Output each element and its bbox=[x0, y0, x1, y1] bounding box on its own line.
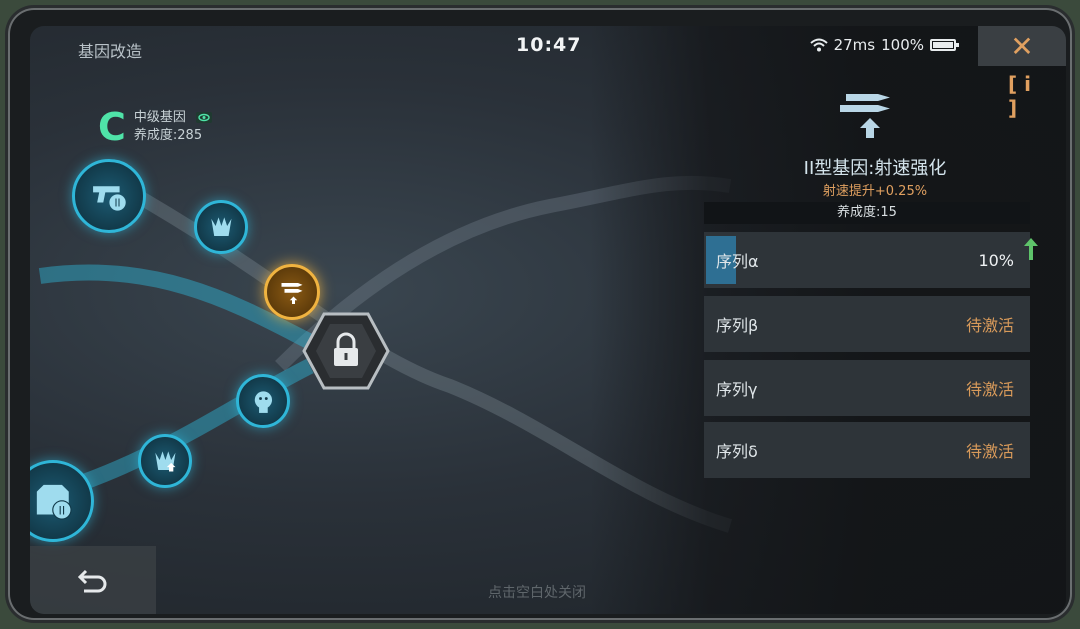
wifi-icon bbox=[809, 38, 828, 52]
gene-name: II型基因:射速强化 bbox=[803, 158, 947, 179]
battery-text: 100% bbox=[881, 36, 924, 54]
back-button[interactable] bbox=[30, 546, 156, 614]
sequence-name: 序列β bbox=[716, 316, 759, 335]
status-bar: 27ms 100% bbox=[809, 36, 959, 54]
close-button[interactable]: ✕ bbox=[978, 26, 1066, 66]
gene-cultivation: 养成度:15 bbox=[704, 202, 1030, 224]
sequence-name: 序列γ bbox=[716, 380, 758, 399]
sequence-gamma[interactable]: 序列γ 待激活 bbox=[704, 360, 1030, 416]
gene-node-spiky-shield[interactable] bbox=[194, 200, 248, 254]
face-icon bbox=[254, 390, 272, 413]
gene-grade: C 中级基因 养成度:285 bbox=[98, 105, 213, 149]
sequence-value: 10% bbox=[978, 250, 1014, 270]
gene-effect: 射速提升+0.25% bbox=[822, 184, 928, 199]
bullet-speed-icon bbox=[281, 283, 303, 304]
info-button[interactable]: [ i ] bbox=[1008, 72, 1040, 120]
grade-letter: C bbox=[98, 105, 126, 149]
sequence-name: 序列δ bbox=[716, 442, 758, 461]
bullet-speed-icon bbox=[840, 94, 890, 138]
clock: 10:47 bbox=[516, 34, 582, 56]
grade-name: 中级基因 bbox=[133, 110, 186, 125]
sequence-beta[interactable]: 序列β 待激活 bbox=[704, 296, 1030, 352]
gene-node-face[interactable] bbox=[236, 374, 290, 428]
gene-node-spiky-upgrade[interactable] bbox=[138, 434, 192, 488]
eye-icon[interactable] bbox=[196, 112, 213, 123]
info-icon: [ i ] bbox=[1008, 72, 1031, 120]
armor-ii-icon: II bbox=[37, 485, 72, 520]
svg-text:II: II bbox=[114, 198, 120, 209]
sequence-delta[interactable]: 序列δ 待激活 bbox=[704, 422, 1030, 478]
spiky-shield-icon bbox=[210, 216, 232, 236]
pistol-ii-icon: II bbox=[92, 185, 126, 211]
battery-icon bbox=[930, 39, 959, 51]
game-screen: 基因改造 10:47 27ms 100% ✕ C 中级基因 养成度:285 II bbox=[30, 26, 1066, 614]
sequence-name: 序列α bbox=[716, 252, 759, 271]
page-title: 基因改造 bbox=[78, 42, 143, 61]
grade-cultivation: 养成度:285 bbox=[133, 128, 203, 143]
sequence-alpha[interactable]: 序列α 10% bbox=[704, 232, 1030, 288]
upgrade-arrow-icon bbox=[1024, 238, 1038, 260]
sequence-value: 待激活 bbox=[965, 380, 1014, 399]
close-hint[interactable]: 点击空白处关闭 bbox=[488, 582, 586, 602]
sequence-value: 待激活 bbox=[965, 316, 1014, 335]
locked-gene-node[interactable] bbox=[302, 312, 390, 390]
ping-text: 27ms bbox=[833, 36, 876, 54]
back-arrow-icon bbox=[77, 569, 107, 593]
svg-text:II: II bbox=[59, 504, 66, 518]
spiky-upgrade-icon bbox=[154, 450, 176, 472]
sequence-value: 待激活 bbox=[965, 442, 1014, 461]
close-x-icon: ✕ bbox=[1010, 29, 1034, 63]
gene-node-pistol[interactable]: II bbox=[72, 159, 146, 233]
